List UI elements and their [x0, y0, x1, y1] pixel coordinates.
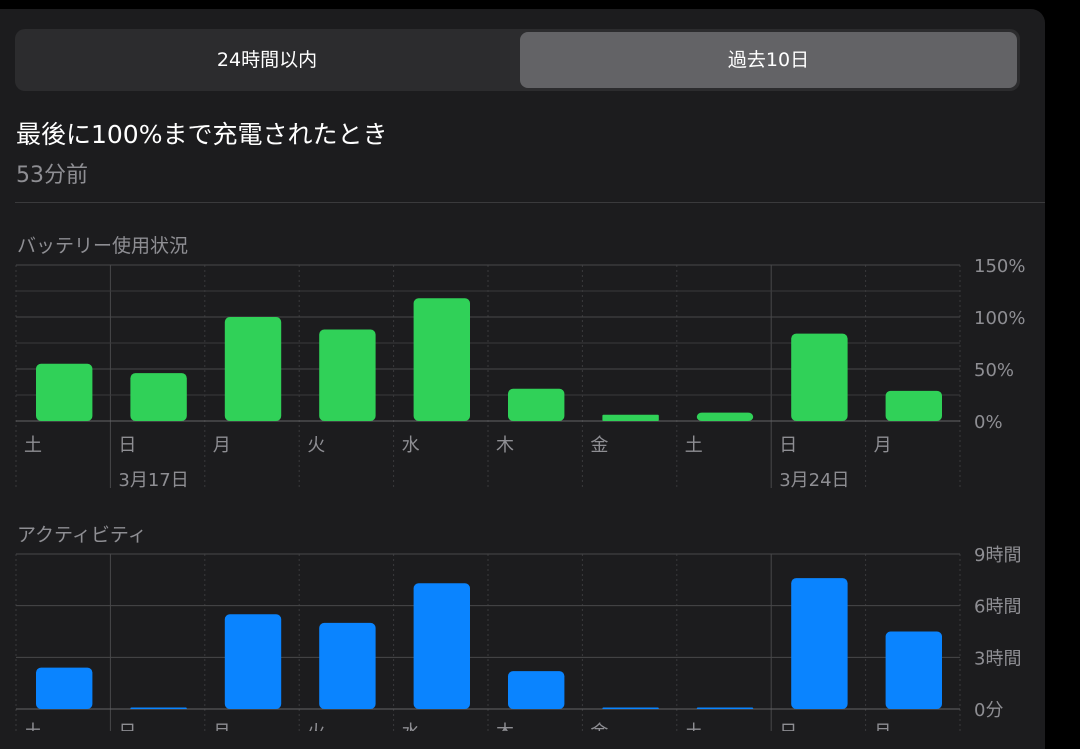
- battery-day-label: 金: [590, 435, 608, 456]
- battery-day-label: 日: [779, 435, 797, 456]
- activity-ytick-label: 6時間: [974, 597, 1021, 618]
- battery-date-label: 3月17日: [118, 470, 188, 491]
- activity-bar: [130, 707, 187, 709]
- activity-bar: [791, 578, 848, 709]
- activity-bar: [224, 614, 282, 709]
- activity-ytick-label: 3時間: [974, 648, 1021, 669]
- activity-day-label: 月: [213, 722, 231, 731]
- activity-day-label: 土: [24, 722, 42, 731]
- activity-day-label: 日: [779, 722, 797, 731]
- activity-day-label: 水: [402, 722, 420, 731]
- charts-canvas: 0%50%100%150%土日月火水木金土日月3月17日 3月24日0分3時間6時…: [15, 256, 1025, 731]
- activity-ytick-label: 0分: [974, 700, 1003, 721]
- activity-bar: [602, 707, 659, 709]
- battery-ytick-label: 100%: [974, 308, 1025, 329]
- activity-day-label: 日: [118, 722, 136, 731]
- battery-day-label: 土: [24, 435, 42, 456]
- battery-day-label: 木: [496, 435, 514, 456]
- activity-day-label: 金: [590, 722, 608, 731]
- activity-day-label: 土: [685, 722, 703, 731]
- activity-bar: [696, 707, 754, 709]
- battery-date-label: 3月24日: [779, 470, 849, 491]
- battery-bar: [602, 414, 659, 421]
- battery-bar: [319, 329, 376, 421]
- battery-day-label: 水: [402, 435, 420, 456]
- activity-bar: [36, 667, 93, 709]
- battery-bar: [130, 373, 187, 421]
- battery-day-label: 月: [874, 435, 892, 456]
- activity-ytick-label: 9時間: [974, 545, 1021, 566]
- battery-day-label: 火: [307, 435, 325, 456]
- activity-bar: [508, 671, 565, 709]
- battery-ytick-label: 50%: [974, 360, 1014, 381]
- battery-day-label: 月: [213, 435, 231, 456]
- battery-bar: [413, 298, 470, 421]
- battery-bar: [224, 317, 282, 421]
- activity-day-label: 木: [496, 722, 514, 731]
- battery-ytick-label: 150%: [974, 256, 1025, 277]
- activity-bar: [413, 583, 470, 709]
- battery-ytick-label: 0%: [974, 412, 1003, 433]
- battery-bar: [696, 412, 754, 421]
- activity-day-label: 月: [874, 722, 892, 731]
- activity-bar: [885, 631, 942, 709]
- activity-day-label: 火: [307, 722, 325, 731]
- battery-bar: [885, 390, 942, 421]
- battery-bar: [791, 333, 848, 421]
- battery-bar: [36, 363, 93, 421]
- battery-day-label: 土: [685, 435, 703, 456]
- battery-bar: [508, 388, 565, 421]
- activity-bar: [319, 622, 376, 709]
- battery-day-label: 日: [118, 435, 136, 456]
